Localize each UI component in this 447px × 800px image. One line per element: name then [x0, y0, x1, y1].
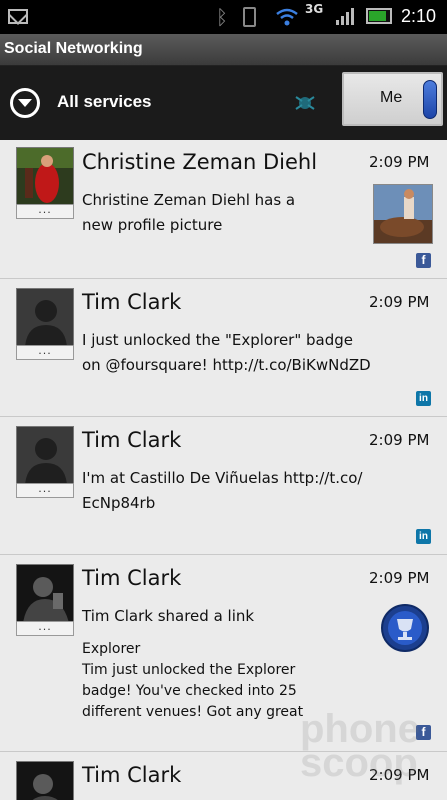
battery-icon	[366, 8, 392, 24]
post-time: 2:09 PM	[369, 431, 430, 449]
status-time: 2:10	[401, 6, 437, 26]
toggle-indicator	[423, 80, 437, 119]
avatar-menu[interactable]: ...	[16, 204, 74, 219]
wifi-icon	[276, 8, 298, 26]
avatar[interactable]	[16, 426, 74, 484]
post-time: 2:09 PM	[369, 293, 430, 311]
feed-item[interactable]: ... Christine Zeman Diehl 2:09 PM Christ…	[0, 140, 447, 279]
author-name: Christine Zeman Diehl	[82, 150, 318, 174]
author-name: Tim Clark	[82, 290, 182, 314]
gmail-icon	[8, 9, 28, 24]
battery-level	[369, 11, 386, 21]
services-selector[interactable]: All services	[57, 92, 152, 112]
post-time: 2:09 PM	[369, 569, 430, 587]
avatar[interactable]	[16, 761, 74, 800]
feed-list[interactable]: ... Christine Zeman Diehl 2:09 PM Christ…	[0, 140, 447, 800]
vibrate-icon	[243, 7, 256, 27]
avatar[interactable]	[16, 288, 74, 346]
post-text: I just unlocked the "Explorer" badge on …	[82, 331, 371, 374]
avatar[interactable]	[16, 147, 74, 205]
explorer-badge-icon[interactable]	[380, 603, 430, 653]
status-bar: ᛒ 3G 2:10	[0, 0, 447, 34]
me-toggle-button[interactable]: Me	[342, 72, 443, 126]
author-name: Tim Clark	[82, 763, 182, 787]
facebook-icon: f	[416, 253, 431, 268]
watermark: phone scoop	[300, 709, 420, 785]
title-bar: Social Networking	[0, 34, 447, 66]
post-time: 2:09 PM	[369, 153, 430, 171]
me-label: Me	[380, 89, 403, 106]
post-text: I'm at Castillo De Viñuelas http://t.co/…	[82, 469, 363, 512]
avatar-menu[interactable]: ...	[16, 345, 74, 360]
signal-icon	[336, 8, 354, 25]
bluetooth-icon: ᛒ	[216, 5, 228, 29]
author-name: Tim Clark	[82, 428, 182, 452]
watermark-line-2: scoop	[300, 741, 418, 785]
dropdown-icon[interactable]	[10, 88, 40, 118]
feed-item[interactable]: ... Tim Clark 2:09 PM I just unlocked th…	[0, 279, 447, 417]
app-title: Social Networking	[4, 40, 143, 57]
linkedin-icon: in	[416, 529, 431, 544]
network-type: 3G	[305, 2, 324, 16]
post-text: Christine Zeman Diehl has a new profile …	[82, 191, 296, 234]
linkedin-icon: in	[416, 391, 431, 406]
avatar-menu[interactable]: ...	[16, 483, 74, 498]
post-text: Tim Clark shared a link	[82, 607, 255, 625]
refresh-icon[interactable]	[293, 92, 317, 114]
profile-picture-thumbnail[interactable]	[373, 184, 433, 244]
author-name: Tim Clark	[82, 566, 182, 590]
avatar[interactable]	[16, 564, 74, 622]
feed-item[interactable]: ... Tim Clark 2:09 PM I'm at Castillo De…	[0, 417, 447, 555]
avatar-menu[interactable]: ...	[16, 621, 74, 636]
